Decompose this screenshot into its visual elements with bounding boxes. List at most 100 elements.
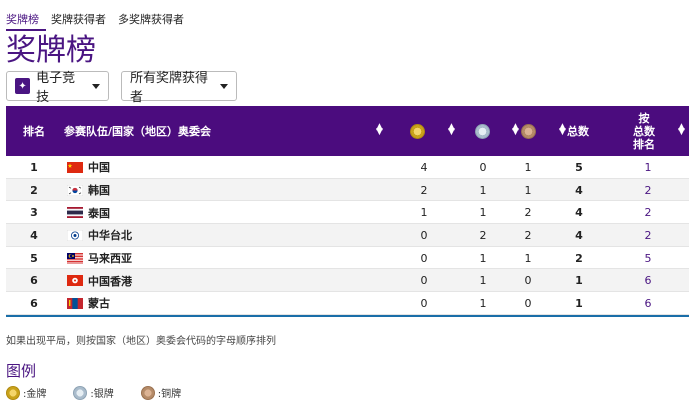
page-title: 奖牌榜	[6, 33, 96, 68]
country-cell[interactable]: 泰国	[67, 201, 110, 224]
total-cell: 4	[575, 228, 583, 242]
bronze-cell: 1	[524, 183, 532, 197]
header-bronze[interactable]	[521, 106, 536, 156]
winners-label: 所有奖牌获得者	[130, 71, 209, 105]
country-cell[interactable]: 马来西亚	[67, 247, 132, 270]
gold-cell: 0	[420, 251, 428, 265]
bronze-medal-icon	[140, 385, 155, 400]
total-rank-cell: 1	[644, 160, 652, 174]
table-row[interactable]: 3 泰国 1 1 2 4 2	[6, 201, 689, 225]
tab-medal-table[interactable]: 奖牌榜	[6, 11, 39, 27]
header-gold[interactable]	[410, 106, 425, 156]
flag-icon	[66, 229, 84, 242]
total-rank-cell: 6	[644, 274, 652, 288]
tie-note: 如果出现平局，则按国家（地区）奥委会代码的字母顺序排列	[6, 336, 276, 347]
table-row[interactable]: 1 中国 4 0 1 5 1	[6, 156, 689, 179]
flag-icon	[67, 207, 83, 219]
country-name: 中国	[88, 161, 110, 175]
country-cell[interactable]: 蒙古	[67, 292, 110, 315]
winners-dropdown[interactable]: 所有奖牌获得者	[121, 71, 237, 105]
discipline-label: 电子竞技	[36, 71, 76, 105]
table-row[interactable]: 5 马来西亚 0 1 1 2 5	[6, 247, 689, 270]
legend-bronze: :铜牌	[140, 385, 181, 400]
total-rank-cell: 2	[644, 206, 652, 220]
country-cell[interactable]: 中华台北	[66, 224, 132, 247]
country-name: 中华台北	[88, 229, 132, 243]
silver-cell: 1	[479, 274, 487, 288]
esports-icon: ✦	[15, 78, 31, 94]
total-cell: 5	[575, 160, 583, 174]
rank-cell: 6	[30, 274, 38, 288]
sort-icon[interactable]: ▲ ▼	[448, 123, 455, 137]
table-row[interactable]: 6 蒙古 0 1 0 1 6	[6, 292, 689, 315]
rank-cell: 6	[30, 296, 38, 310]
total-cell: 1	[575, 274, 583, 288]
country-cell[interactable]: 韩国	[66, 179, 110, 202]
flag-icon	[67, 252, 83, 264]
sort-icon[interactable]: ▲ ▼	[512, 123, 519, 137]
sort-icon[interactable]: ▲ ▼	[559, 123, 566, 137]
bronze-cell: 0	[524, 274, 532, 288]
header-silver[interactable]	[475, 106, 490, 156]
country-name: 中国香港	[88, 274, 132, 288]
header-rank[interactable]: 排名	[6, 106, 62, 156]
flag-icon	[66, 184, 84, 196]
gold-cell: 1	[420, 206, 428, 220]
total-rank-cell: 2	[644, 183, 652, 197]
silver-cell: 2	[479, 228, 487, 242]
silver-medal-icon	[73, 385, 88, 400]
flag-icon	[67, 275, 83, 287]
bronze-medal-icon	[521, 123, 536, 139]
discipline-dropdown[interactable]: ✦ 电子竞技	[6, 71, 109, 105]
sort-icon[interactable]: ▲ ▼	[376, 123, 383, 137]
country-name: 泰国	[88, 206, 110, 220]
legend-silver-label: :银牌	[90, 389, 114, 400]
total-rank-cell: 5	[644, 251, 652, 265]
country-cell[interactable]: 中国香港	[67, 269, 132, 292]
gold-medal-icon	[6, 385, 20, 400]
tab-medallists[interactable]: 奖牌获得者	[51, 11, 106, 27]
total-cell: 4	[575, 183, 583, 197]
country-name: 马来西亚	[88, 252, 132, 266]
silver-cell: 1	[479, 206, 487, 220]
silver-cell: 1	[479, 296, 487, 310]
legend-silver: :银牌	[73, 385, 114, 400]
legend-title: 图例	[6, 362, 37, 380]
total-rank-cell: 2	[644, 228, 652, 242]
flag-icon	[67, 297, 83, 309]
silver-cell: 1	[479, 251, 487, 265]
legend-gold-label: :金牌	[23, 389, 47, 400]
country-name: 蒙古	[88, 297, 110, 311]
chevron-down-icon	[220, 83, 228, 89]
tab-multi-medallists[interactable]: 多奖牌获得者	[118, 11, 184, 27]
header-country[interactable]: 参赛队伍/国家（地区）奥委会	[64, 106, 211, 156]
table-row[interactable]: 4 中华台北 0 2 2 4 2	[6, 224, 689, 247]
legend: :金牌 :银牌 :铜牌	[6, 385, 208, 400]
top-tabs: 奖牌榜 奖牌获得者 多奖牌获得者	[6, 11, 196, 27]
table-row[interactable]: 6 中国香港 0 1 0 1 6	[6, 269, 689, 293]
gold-cell: 2	[420, 183, 428, 197]
total-cell: 2	[575, 251, 583, 265]
bronze-cell: 1	[524, 251, 532, 265]
header-total-rank[interactable]: 按 总数 排名	[626, 106, 662, 156]
active-tab-indicator	[6, 29, 46, 31]
gold-medal-icon	[410, 123, 425, 139]
rank-cell: 2	[30, 183, 38, 197]
rank-cell: 1	[30, 160, 38, 174]
silver-medal-icon	[475, 123, 490, 139]
total-rank-cell: 6	[644, 296, 652, 310]
header-total[interactable]: 总数	[567, 106, 589, 156]
total-cell: 1	[575, 296, 583, 310]
gold-cell: 4	[420, 160, 428, 174]
bronze-cell: 0	[524, 296, 532, 310]
country-name: 韩国	[88, 184, 110, 198]
rank-cell: 4	[30, 228, 38, 242]
sort-icon[interactable]: ▲ ▼	[678, 123, 685, 137]
gold-cell: 0	[420, 228, 428, 242]
legend-gold: :金牌	[6, 385, 46, 400]
table-row[interactable]: 2 韩国 2 1 1 4 2	[6, 178, 689, 202]
table-body: 1 中国 4 0 1 5 1 2 韩国 2 1 1 4 2 3 泰国 1 1 2 4 2 4 中华台北 0 2 2 4 2 5 马来西亚 0…	[6, 156, 689, 315]
country-cell[interactable]: 中国	[67, 156, 110, 179]
silver-cell: 0	[479, 160, 487, 174]
flag-icon	[67, 161, 83, 173]
